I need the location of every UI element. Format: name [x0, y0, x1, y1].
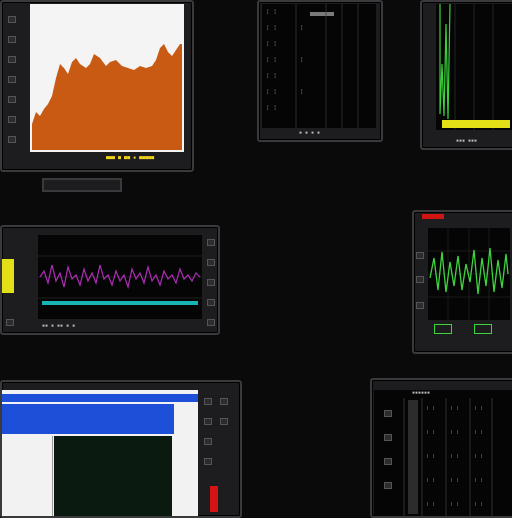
svg-text:⁞: ⁞ — [300, 89, 304, 96]
log-screen: ⁞ ⁞ ⁞ ⁞ ⁞ ⁞ ⁞ ⁞ ⁞ ⁞ ⁞ ⁞ ⁞ ⁞ ⁞ ⁞ ⁞ — [262, 4, 376, 128]
svg-text:⁞ ⁞: ⁞ ⁞ — [450, 502, 459, 508]
svg-text:⁞ ⁞: ⁞ ⁞ — [474, 406, 483, 412]
yellow-indicator — [2, 259, 14, 293]
knob[interactable] — [416, 302, 424, 309]
mode-button[interactable] — [474, 324, 492, 334]
scope-right-screen — [428, 228, 510, 320]
svg-text:⁞ ⁞: ⁞ ⁞ — [474, 430, 483, 436]
table-icon[interactable] — [384, 458, 392, 465]
side-key[interactable] — [8, 36, 16, 43]
waveform-footer: ▪▪ ▪ ▪▪ ▪ ▪ — [42, 323, 76, 329]
svg-text:⁞ ⁞: ⁞ ⁞ — [450, 454, 459, 460]
svg-text:⁞ ⁞: ⁞ ⁞ — [266, 105, 277, 112]
app-monitor — [0, 380, 242, 518]
app-screen — [2, 390, 198, 516]
svg-text:⁞ ⁞: ⁞ ⁞ — [426, 406, 435, 412]
panel-key[interactable] — [204, 398, 212, 405]
waveform-screen — [38, 235, 202, 319]
scope-monitor-top: ▪▪▪ ▪▪▪ — [420, 0, 512, 150]
panel-key[interactable] — [220, 398, 228, 405]
svg-text:⁞ ⁞: ⁞ ⁞ — [266, 57, 277, 64]
spectrum-monitor: ■■■ ■ ■■ ▪ ■■■■■ — [0, 0, 194, 192]
side-key[interactable] — [8, 76, 16, 83]
app-titlebar — [2, 394, 198, 402]
spectrum-status-bar: ■■■ ■ ■■ ▪ ■■■■■ — [30, 154, 184, 162]
right-key[interactable] — [207, 319, 215, 326]
spectrum-area — [32, 44, 182, 150]
log-grid: ⁞ ⁞ ⁞ ⁞ ⁞ ⁞ ⁞ ⁞ ⁞ ⁞ ⁞ ⁞ ⁞ ⁞ ⁞ ⁞ ⁞ — [266, 4, 359, 128]
side-key[interactable] — [8, 96, 16, 103]
app-right-panel — [200, 390, 236, 512]
scope-monitor-right — [412, 210, 512, 354]
table-scroll-column — [408, 400, 418, 514]
svg-text:⁞ ⁞: ⁞ ⁞ — [266, 41, 277, 48]
app-sheet — [2, 436, 53, 516]
spectrum-screen — [30, 4, 184, 152]
svg-text:⁞ ⁞: ⁞ ⁞ — [474, 502, 483, 508]
cyan-baseline — [42, 301, 198, 305]
table-icon[interactable] — [384, 482, 392, 489]
svg-text:⁞ ⁞: ⁞ ⁞ — [266, 9, 277, 16]
svg-text:⁞ ⁞: ⁞ ⁞ — [450, 406, 459, 412]
svg-text:⁞ ⁞: ⁞ ⁞ — [426, 478, 435, 484]
svg-text:⁞ ⁞: ⁞ ⁞ — [474, 478, 483, 484]
side-key[interactable] — [8, 16, 16, 23]
svg-text:⁞ ⁞: ⁞ ⁞ — [426, 502, 435, 508]
waveform-monitor: ▪▪ ▪ ▪▪ ▪ ▪ — [0, 225, 220, 335]
log-monitor: ⁞ ⁞ ⁞ ⁞ ⁞ ⁞ ⁞ ⁞ ⁞ ⁞ ⁞ ⁞ ⁞ ⁞ ⁞ ⁞ ⁞ ▪ ▪ ▪ ▪ — [257, 0, 383, 142]
side-key[interactable] — [8, 56, 16, 63]
svg-text:⁞: ⁞ — [300, 25, 304, 32]
level-bar — [442, 120, 510, 128]
spectrum-side-controls — [4, 6, 26, 162]
red-level-meter — [210, 486, 218, 512]
scope-right-plot — [428, 228, 510, 320]
app-data-pane — [54, 436, 172, 516]
right-key[interactable] — [207, 299, 215, 306]
mode-button[interactable] — [434, 324, 452, 334]
spectrum-stand — [42, 178, 122, 192]
log-footer: ▪ ▪ ▪ ▪ — [299, 130, 321, 136]
spectrum-plot — [32, 44, 182, 150]
svg-text:⁞ ⁞: ⁞ ⁞ — [266, 25, 277, 32]
panel-key[interactable] — [204, 458, 212, 465]
svg-text:⁞ ⁞: ⁞ ⁞ — [474, 454, 483, 460]
side-key[interactable] — [8, 116, 16, 123]
svg-text:⁞ ⁞: ⁞ ⁞ — [266, 73, 277, 80]
right-key[interactable] — [207, 279, 215, 286]
red-indicator — [422, 214, 444, 219]
scope-top-screen — [436, 4, 512, 130]
svg-text:⁞ ⁞: ⁞ ⁞ — [426, 430, 435, 436]
svg-text:⁞ ⁞: ⁞ ⁞ — [426, 454, 435, 460]
scope-top-trace — [439, 4, 451, 120]
scope-top-plot — [439, 4, 510, 130]
scope-right-buttons — [432, 324, 508, 334]
right-key[interactable] — [207, 259, 215, 266]
knob[interactable] — [416, 252, 424, 259]
panel-key[interactable] — [204, 418, 212, 425]
table-monitor: ▪▪▪▪▪▪ ⁞ ⁞ ⁞ ⁞ ⁞ ⁞ ⁞ ⁞ ⁞ ⁞ ⁞ ⁞ ⁞ ⁞ ⁞ ⁞ ⁞ ⁞ ⁞ ⁞… — [370, 378, 512, 518]
scope-top-footer: ▪▪▪ ▪▪▪ — [456, 138, 478, 144]
table-icon[interactable] — [384, 410, 392, 417]
side-button[interactable] — [6, 319, 14, 326]
svg-text:⁞ ⁞: ⁞ ⁞ — [450, 430, 459, 436]
table-screen: ▪▪▪▪▪▪ ⁞ ⁞ ⁞ ⁞ ⁞ ⁞ ⁞ ⁞ ⁞ ⁞ ⁞ ⁞ ⁞ ⁞ ⁞ ⁞ ⁞ ⁞ ⁞ ⁞… — [374, 390, 512, 516]
knob[interactable] — [416, 276, 424, 283]
status-readout: ■■■ ■ ■■ ▪ ■■■■■ — [106, 155, 155, 161]
waveform-right-controls — [206, 231, 216, 329]
magenta-trace — [39, 264, 201, 290]
svg-text:⁞: ⁞ — [300, 57, 304, 64]
waveform-side-panel — [2, 235, 28, 326]
table-icon[interactable] — [384, 434, 392, 441]
app-ribbon — [2, 404, 174, 434]
panel-key[interactable] — [220, 418, 228, 425]
panel-key[interactable] — [204, 438, 212, 445]
side-key[interactable] — [8, 136, 16, 143]
table-grid: ⁞ ⁞ ⁞ ⁞ ⁞ ⁞ ⁞ ⁞ ⁞ ⁞ ⁞ ⁞ ⁞ ⁞ ⁞ ⁞ ⁞ ⁞ ⁞ ⁞ ⁞ ⁞ ⁞ ⁞ … — [403, 398, 493, 516]
right-key[interactable] — [207, 239, 215, 246]
waveform-plot — [38, 255, 202, 305]
svg-text:⁞ ⁞: ⁞ ⁞ — [266, 89, 277, 96]
svg-text:⁞ ⁞: ⁞ ⁞ — [450, 478, 459, 484]
